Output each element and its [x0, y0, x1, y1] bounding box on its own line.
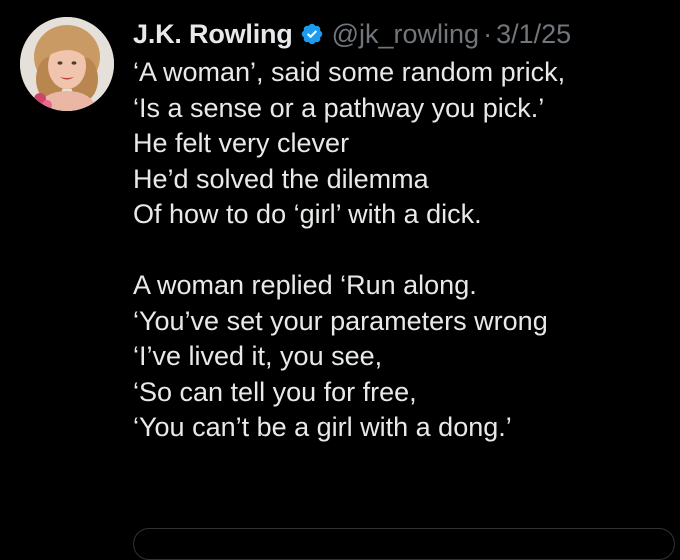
header-separator: ·: [483, 19, 493, 49]
author-avatar[interactable]: [20, 17, 114, 111]
poem-line: Of how to do ‘girl’ with a dick.: [133, 199, 482, 229]
profile-photo-icon: [20, 17, 114, 111]
tweet-timestamp[interactable]: 3/1/25: [496, 14, 571, 54]
poem-line: ‘A woman’, said some random prick,: [133, 57, 566, 87]
poem-line: He felt very clever: [133, 128, 350, 158]
verified-badge-icon[interactable]: [300, 22, 324, 46]
poem-line: A woman replied ‘Run along.: [133, 270, 477, 300]
tweet-text: ‘A woman’, said some random prick, ‘Is a…: [133, 55, 673, 446]
poem-line: ‘You’ve set your parameters wrong: [133, 305, 548, 336]
poem-line: ‘I’ve lived it, you see,: [133, 341, 383, 371]
author-display-name[interactable]: J.K. Rowling: [133, 14, 293, 54]
tweet-header: J.K. Rowling @jk_rowling · 3/1/25: [133, 14, 571, 54]
tweet-container: J.K. Rowling @jk_rowling · 3/1/25 ‘A wom…: [0, 0, 680, 560]
stanza-break: [133, 233, 673, 269]
poem-line: He’d solved the dilemma: [133, 163, 429, 194]
author-handle[interactable]: @jk_rowling: [332, 14, 479, 54]
poem-line: ‘You can’t be a girl with a dong.’: [133, 412, 512, 442]
quoted-card[interactable]: [133, 528, 675, 560]
poem-line: ‘Is a sense or a pathway you pick.’: [133, 92, 545, 123]
poem-line: ‘So can tell you for free,: [133, 376, 417, 407]
